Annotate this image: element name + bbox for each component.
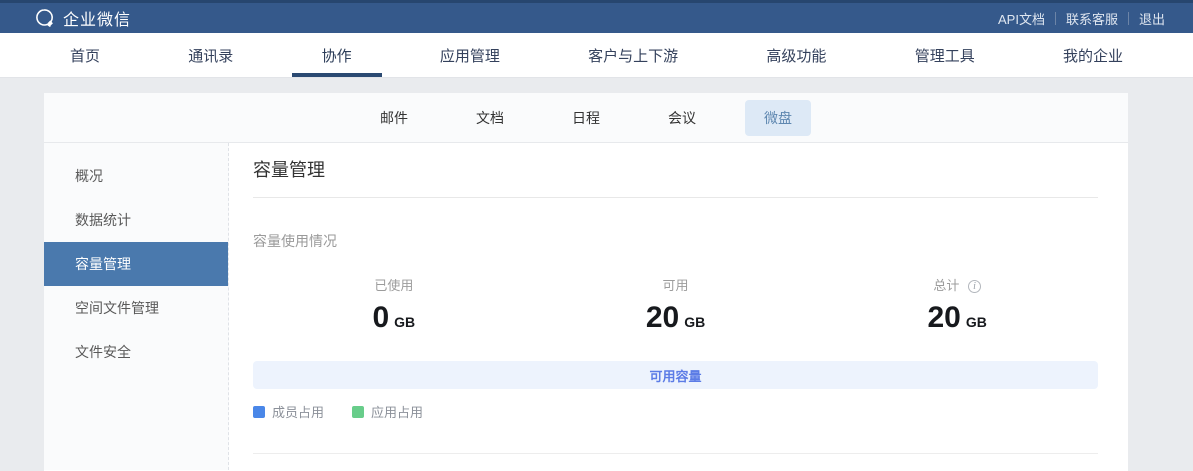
app-usage-swatch	[352, 406, 364, 418]
logout-link[interactable]: 退出	[1129, 9, 1175, 28]
brand-name: 企业微信	[63, 6, 131, 30]
stat-used-unit: GB	[394, 314, 415, 330]
nav-item-app-management[interactable]: 应用管理	[432, 33, 508, 77]
stat-total-unit: GB	[966, 314, 987, 330]
tab-mail[interactable]: 邮件	[361, 100, 427, 136]
sidebar-item-space-file-management[interactable]: 空间文件管理	[44, 286, 228, 330]
page-title: 容量管理	[253, 159, 1098, 181]
contact-support-link[interactable]: 联系客服	[1056, 9, 1128, 28]
capacity-legend: 成员占用 应用占用	[253, 402, 1098, 421]
stat-available-value: 20	[646, 301, 679, 334]
stat-used-label: 已使用	[253, 275, 535, 294]
brand: 企业微信	[34, 6, 131, 30]
member-usage-swatch	[253, 406, 265, 418]
info-icon[interactable]: i	[968, 280, 981, 293]
legend-item-app-usage: 应用占用	[352, 402, 423, 421]
tab-calendar[interactable]: 日程	[553, 100, 619, 136]
divider	[253, 453, 1098, 454]
nav-item-contacts[interactable]: 通讯录	[180, 33, 241, 77]
capacity-management-panel: 容量管理 容量使用情况 已使用 0 GB 可用 20 GB	[229, 143, 1128, 470]
stat-total-value-row: 20 GB	[816, 301, 1098, 335]
collaboration-subtabs: 邮件 文档 日程 会议 微盘	[44, 93, 1128, 143]
tab-drive[interactable]: 微盘	[745, 100, 811, 136]
stat-available-label: 可用	[535, 275, 817, 294]
nav-item-admin-tools[interactable]: 管理工具	[907, 33, 983, 77]
nav-item-advanced-features[interactable]: 高级功能	[758, 33, 834, 77]
stat-total-label: 总计 i	[816, 275, 1098, 294]
api-docs-link[interactable]: API文档	[988, 9, 1055, 28]
main-nav: 首页 通讯录 协作 应用管理 客户与上下游 高级功能 管理工具 我的企业	[0, 33, 1193, 78]
content-card: 邮件 文档 日程 会议 微盘 概况 数据统计 容量管理 空间文件管理 文件安全 …	[44, 93, 1128, 471]
nav-item-customers[interactable]: 客户与上下游	[580, 33, 686, 77]
stat-available-unit: GB	[684, 314, 705, 330]
capacity-usage-section-label: 容量使用情况	[253, 231, 1098, 251]
app-usage-label: 应用占用	[371, 402, 423, 421]
stat-available-value-row: 20 GB	[535, 301, 817, 335]
divider	[253, 197, 1098, 198]
legend-item-member-usage: 成员占用	[253, 402, 324, 421]
topbar-links: API文档 联系客服 退出	[988, 9, 1175, 28]
stat-total-value: 20	[927, 301, 960, 334]
stat-used-value-row: 0 GB	[253, 301, 535, 335]
capacity-usage-bar: 可用容量	[253, 361, 1098, 389]
sidebar-item-file-security[interactable]: 文件安全	[44, 330, 228, 374]
stat-used-value: 0	[372, 301, 389, 334]
sidebar-item-statistics[interactable]: 数据统计	[44, 198, 228, 242]
card-body: 概况 数据统计 容量管理 空间文件管理 文件安全 容量管理 容量使用情况 已使用…	[44, 143, 1128, 470]
tab-meeting[interactable]: 会议	[649, 100, 715, 136]
stat-used: 已使用 0 GB	[253, 275, 535, 335]
nav-item-home[interactable]: 首页	[62, 33, 108, 77]
nav-item-collaboration[interactable]: 协作	[314, 33, 360, 77]
topbar: 企业微信 API文档 联系客服 退出	[0, 0, 1193, 33]
sidebar-item-overview[interactable]: 概况	[44, 154, 228, 198]
drive-sidebar: 概况 数据统计 容量管理 空间文件管理 文件安全	[44, 143, 229, 470]
stat-available: 可用 20 GB	[535, 275, 817, 335]
tab-docs[interactable]: 文档	[457, 100, 523, 136]
wecom-chat-bubble-icon	[34, 7, 56, 29]
sidebar-item-capacity-management[interactable]: 容量管理	[44, 242, 228, 286]
capacity-bar-label: 可用容量	[649, 366, 701, 385]
nav-item-my-company[interactable]: 我的企业	[1055, 33, 1131, 77]
stat-total-label-text: 总计	[933, 278, 959, 293]
member-usage-label: 成员占用	[272, 402, 324, 421]
capacity-stats-row: 已使用 0 GB 可用 20 GB 总计 i	[253, 275, 1098, 335]
stat-total: 总计 i 20 GB	[816, 275, 1098, 335]
